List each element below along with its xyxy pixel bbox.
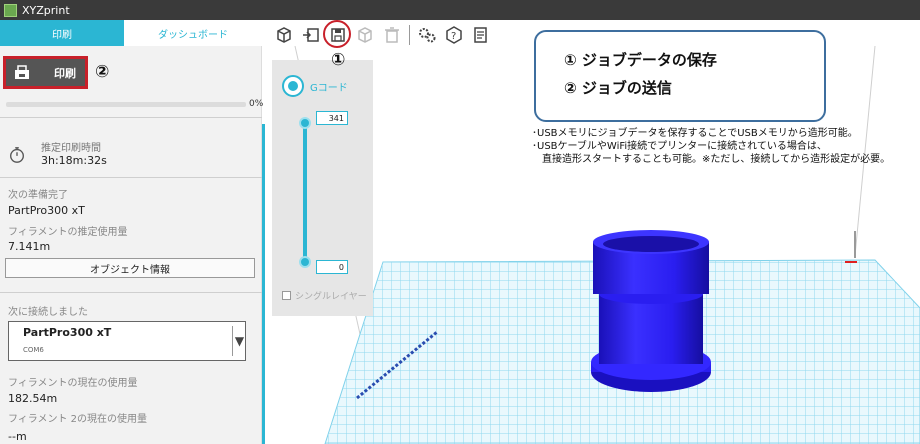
filament-current-label: フィラメントの現在の使用量	[8, 378, 138, 389]
title-bar: XYZprint	[0, 0, 920, 20]
divider	[0, 177, 262, 178]
object-info-button[interactable]: オブジェクト情報	[5, 258, 255, 278]
filament-current-value: 182.54m	[8, 392, 58, 405]
note-line-3: 直接造形スタートすることも可能。※ただし、接続してから造形設定が必要。	[532, 154, 891, 165]
print-button[interactable]: 印刷	[3, 56, 88, 89]
print-button-label: 印刷	[54, 66, 76, 80]
note-line-2: ･USBケーブルやWiFi接続でプリンターに接続されている場合は、	[532, 141, 827, 152]
callout-line-1: ① ジョブデータの保存	[564, 51, 717, 69]
notes: ･USBメモリにジョブデータを保存することでUSBメモリから造形可能。 ･USB…	[532, 127, 890, 166]
help-icon[interactable]: ?	[442, 23, 466, 47]
settings-icon[interactable]	[415, 23, 439, 47]
3d-model[interactable]	[591, 230, 711, 392]
callout-number-2: ②	[95, 62, 110, 82]
layer-slider-top-handle[interactable]	[299, 117, 311, 129]
tab-dashboard[interactable]: ダッシュボード	[124, 20, 262, 46]
highlight-circle	[323, 20, 351, 48]
chevron-down-icon[interactable]: ▼	[232, 326, 246, 356]
gcode-radio[interactable]	[282, 75, 304, 97]
printer-port: COM6	[23, 346, 44, 354]
filament2-current-value: --m	[8, 430, 27, 443]
callout-box: ① ジョブデータの保存 ② ジョブの送信	[534, 30, 826, 122]
window-title: XYZprint	[22, 3, 70, 17]
stopwatch-icon	[10, 147, 24, 163]
divider	[0, 292, 262, 293]
print-progress-percent: 0%	[249, 99, 264, 109]
printer-select[interactable]: PartPro300 xT COM6 ▼	[8, 321, 246, 361]
layer-top-value[interactable]: 341	[316, 111, 348, 125]
filament2-current-label: フィラメント 2の現在の使用量	[8, 414, 148, 425]
import-model-icon[interactable]	[272, 23, 296, 47]
layer-slider-track[interactable]	[303, 122, 307, 266]
tab-print[interactable]: 印刷	[0, 20, 124, 46]
delete-icon[interactable]	[380, 23, 404, 47]
estimated-time-label: 推定印刷時間	[41, 143, 101, 154]
next-ready-label: 次の準備完了	[8, 190, 68, 201]
export-icon[interactable]	[299, 23, 323, 47]
estimated-time-value: 3h:18m:32s	[41, 154, 107, 167]
note-line-1: ･USBメモリにジョブデータを保存することでUSBメモリから造形可能。	[532, 128, 858, 139]
printer-settings-icon[interactable]	[469, 23, 493, 47]
connected-label: 次に接続しました	[8, 307, 88, 318]
cube-icon[interactable]	[353, 23, 377, 47]
single-layer-checkbox[interactable]: シングルレイヤー	[282, 289, 367, 302]
printer-name: PartPro300 xT	[23, 326, 112, 339]
toolbar-separator	[409, 25, 410, 45]
gcode-label: Gコード	[310, 83, 348, 94]
layer-slider-bottom-handle[interactable]	[299, 256, 311, 268]
layer-preview-panel: Gコード 341 0 シングルレイヤー	[272, 60, 373, 316]
app-logo-icon	[4, 3, 17, 17]
checkbox-box[interactable]	[282, 291, 291, 300]
printer-icon	[15, 64, 29, 79]
next-ready-printer: PartPro300 xT	[8, 204, 85, 217]
svg-text:?: ?	[451, 31, 456, 42]
layer-bottom-value[interactable]: 0	[316, 260, 348, 274]
main-tabs: 印刷 ダッシュボード	[0, 20, 262, 46]
single-layer-label: シングルレイヤー	[295, 292, 367, 302]
callout-line-2: ② ジョブの送信	[564, 79, 672, 97]
divider	[0, 117, 262, 118]
filament-estimated-label: フィラメントの推定使用量	[8, 227, 128, 238]
callout-number-1: ①	[331, 50, 346, 70]
save-job-icon[interactable]	[323, 20, 351, 48]
toolbar: ?	[272, 20, 493, 50]
filament-estimated-value: 7.141m	[8, 240, 51, 253]
sidebar-scrollbar[interactable]	[262, 124, 265, 444]
print-progress-bar	[6, 102, 246, 107]
print-sidebar: 印刷 ② 0% 推定印刷時間 3h:18m:32s 次の準備完了 PartPro…	[0, 46, 264, 444]
